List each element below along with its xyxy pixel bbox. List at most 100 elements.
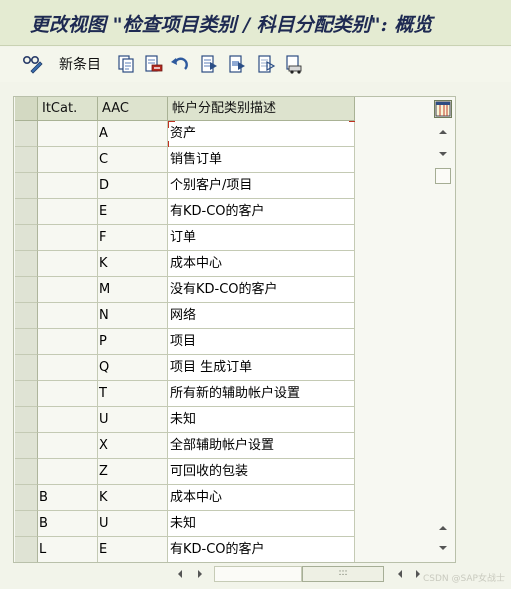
window-title: 更改视图 "检查项目类别 / 科目分配类别": 概览 [30,14,433,36]
aac-cell[interactable]: M [98,277,168,303]
itcat-cell[interactable] [38,433,98,459]
row-selector[interactable] [15,407,38,433]
select-all-rows-button[interactable] [15,97,38,120]
transport-icon[interactable] [284,53,304,75]
itcat-cell[interactable]: B [38,511,98,537]
aac-cell[interactable]: T [98,381,168,407]
header-itcat[interactable]: ItCat. [38,97,98,120]
aac-cell[interactable]: A [98,121,168,147]
item-category-table: ItCat. AAC 帐户分配类别描述 A 资产 C 销售订单 D 个别客户/项目 E 有KD… [15,97,355,562]
row-selector[interactable] [15,355,38,381]
description-cell[interactable]: 个别客户/项目 [168,173,355,199]
itcat-cell[interactable] [38,459,98,485]
scroll-page-up-icon[interactable] [432,518,454,538]
aac-cell[interactable]: U [98,511,168,537]
aac-cell[interactable]: X [98,433,168,459]
itcat-cell[interactable]: L [38,537,98,562]
itcat-cell[interactable] [38,407,98,433]
description-cell[interactable]: 全部辅助帐户设置 [168,433,355,459]
row-selector[interactable] [15,303,38,329]
aac-cell[interactable]: E [98,199,168,225]
itcat-cell[interactable] [38,147,98,173]
aac-cell[interactable]: F [98,225,168,251]
aac-cell[interactable]: Q [98,355,168,381]
scroll-right-icon[interactable] [192,565,208,583]
deselect-all-icon[interactable] [256,53,276,75]
aac-cell[interactable]: Z [98,459,168,485]
description-cell[interactable]: 没有KD-CO的客户 [168,277,355,303]
row-selector[interactable] [15,251,38,277]
horizontal-scroll-track[interactable] [214,566,302,582]
row-selector[interactable] [15,537,38,562]
scroll-down-icon[interactable] [432,144,454,164]
table-row: X 全部辅助帐户设置 [15,433,355,459]
horizontal-scroll-thumb[interactable]: ::: [302,566,384,582]
delete-icon[interactable] [143,53,163,75]
itcat-cell[interactable] [38,225,98,251]
itcat-cell[interactable] [38,121,98,147]
description-cell[interactable]: 可回收的包装 [168,459,355,485]
aac-cell[interactable]: E [98,537,168,562]
aac-cell[interactable]: P [98,329,168,355]
scroll-left-icon[interactable] [172,565,188,583]
description-cell[interactable]: 未知 [168,407,355,433]
itcat-cell[interactable]: B [38,485,98,511]
vertical-scroll-thumb[interactable] [435,168,451,184]
select-all-icon[interactable] [199,53,219,75]
row-selector[interactable] [15,459,38,485]
description-cell[interactable]: 成本中心 [168,251,355,277]
description-cell[interactable]: 有KD-CO的客户 [168,537,355,562]
glasses-pencil-icon[interactable] [22,53,44,75]
itcat-cell[interactable] [38,329,98,355]
header-description[interactable]: 帐户分配类别描述 [168,97,355,120]
aac-cell[interactable]: K [98,251,168,277]
description-cell[interactable]: 所有新的辅助帐户设置 [168,381,355,407]
scroll-up-icon[interactable] [432,122,454,142]
row-selector[interactable] [15,485,38,511]
itcat-cell[interactable] [38,199,98,225]
itcat-cell[interactable] [38,251,98,277]
row-selector[interactable] [15,225,38,251]
new-entries-button[interactable]: 新条目 [56,53,104,75]
description-cell[interactable]: 成本中心 [168,485,355,511]
table-row: B U 未知 [15,511,355,537]
row-selector[interactable] [15,199,38,225]
description-cell[interactable]: 资产 [168,121,355,147]
row-selector[interactable] [15,277,38,303]
table-row: M 没有KD-CO的客户 [15,277,355,303]
description-cell[interactable]: 订单 [168,225,355,251]
aac-cell[interactable]: N [98,303,168,329]
header-aac[interactable]: AAC [98,97,168,120]
aac-cell[interactable]: U [98,407,168,433]
table-header: ItCat. AAC 帐户分配类别描述 [15,97,355,121]
undo-icon[interactable] [170,53,190,75]
itcat-cell[interactable] [38,277,98,303]
scroll-first-icon[interactable] [392,565,408,583]
description-cell[interactable]: 销售订单 [168,147,355,173]
aac-cell[interactable]: C [98,147,168,173]
itcat-cell[interactable] [38,303,98,329]
description-cell[interactable]: 有KD-CO的客户 [168,199,355,225]
itcat-cell[interactable] [38,355,98,381]
row-selector[interactable] [15,147,38,173]
row-selector[interactable] [15,173,38,199]
scroll-page-down-icon[interactable] [432,538,454,558]
select-block-icon[interactable] [227,53,247,75]
row-selector[interactable] [15,511,38,537]
aac-cell[interactable]: D [98,173,168,199]
row-selector[interactable] [15,121,38,147]
row-selector[interactable] [15,329,38,355]
description-cell[interactable]: 项目 生成订单 [168,355,355,381]
title-bar: 更改视图 "检查项目类别 / 科目分配类别": 概览 [0,0,511,46]
row-selector[interactable] [15,381,38,407]
itcat-cell[interactable] [38,173,98,199]
itcat-cell[interactable] [38,381,98,407]
description-cell[interactable]: 项目 [168,329,355,355]
row-selector[interactable] [15,433,38,459]
aac-cell[interactable]: K [98,485,168,511]
description-cell[interactable]: 未知 [168,511,355,537]
horizontal-scrollbar[interactable]: ::: [170,563,440,585]
description-cell[interactable]: 网络 [168,303,355,329]
vertical-scrollbar[interactable] [432,98,454,560]
copy-icon[interactable] [116,53,136,75]
